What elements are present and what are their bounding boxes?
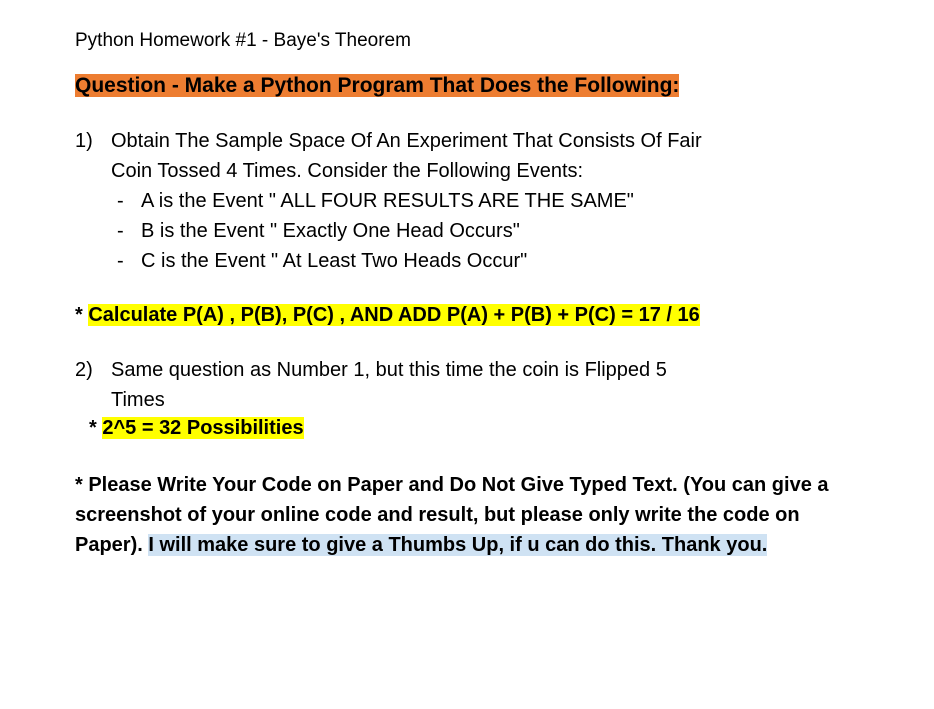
question-1: 1) Obtain The Sample Space Of An Experim… xyxy=(75,126,859,276)
question-2: 2) Same question as Number 1, but this t… xyxy=(75,355,859,415)
q1-events-list: - A is the Event " ALL FOUR RESULTS ARE … xyxy=(111,186,859,276)
q2-number: 2) xyxy=(75,355,111,415)
q2-line2: Times xyxy=(111,385,859,415)
q1-event-b: - B is the Event " Exactly One Head Occu… xyxy=(111,216,859,246)
q1-event-c: - C is the Event " At Least Two Heads Oc… xyxy=(111,246,859,276)
poss-prefix: * xyxy=(89,417,102,439)
possibilities-line: * 2^5 = 32 Possibilities xyxy=(89,417,859,440)
calc-prefix: * xyxy=(75,304,88,326)
q2-line1: Same question as Number 1, but this time… xyxy=(111,355,859,385)
calculate-line: * Calculate P(A) , P(B), P(C) , AND ADD … xyxy=(75,304,859,327)
q1-intro-line2: Coin Tossed 4 Times. Consider the Follow… xyxy=(111,156,859,186)
event-text: B is the Event " Exactly One Head Occurs… xyxy=(141,216,520,246)
question-heading: Question - Make a Python Program That Do… xyxy=(75,74,679,97)
event-text: A is the Event " ALL FOUR RESULTS ARE TH… xyxy=(141,186,634,216)
q1-body: Obtain The Sample Space Of An Experiment… xyxy=(111,126,859,276)
dash-bullet: - xyxy=(111,246,141,276)
dash-bullet: - xyxy=(111,186,141,216)
calc-highlight: Calculate P(A) , P(B), P(C) , AND ADD P(… xyxy=(88,304,699,326)
poss-highlight: 2^5 = 32 Possibilities xyxy=(102,417,303,439)
question-heading-block: Question - Make a Python Program That Do… xyxy=(75,74,859,98)
instructions-thumbs-up: I will make sure to give a Thumbs Up, if… xyxy=(148,534,767,556)
q2-body: Same question as Number 1, but this time… xyxy=(111,355,859,415)
instructions-block: * Please Write Your Code on Paper and Do… xyxy=(75,470,859,560)
q2-item: 2) Same question as Number 1, but this t… xyxy=(75,355,859,415)
q1-intro-line1: Obtain The Sample Space Of An Experiment… xyxy=(111,126,859,156)
q1-item: 1) Obtain The Sample Space Of An Experim… xyxy=(75,126,859,276)
dash-bullet: - xyxy=(111,216,141,246)
event-text: C is the Event " At Least Two Heads Occu… xyxy=(141,246,527,276)
q1-event-a: - A is the Event " ALL FOUR RESULTS ARE … xyxy=(111,186,859,216)
document-title: Python Homework #1 - Baye's Theorem xyxy=(75,30,859,52)
q1-number: 1) xyxy=(75,126,111,276)
